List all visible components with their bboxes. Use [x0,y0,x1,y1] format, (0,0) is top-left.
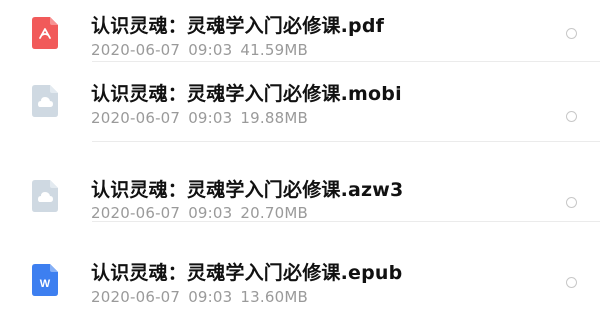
file-meta: 2020-06-07 09:03 41.59MB [91,41,316,59]
file-name: 认识灵魂：灵魂学入门必修课.epub [91,262,403,284]
cloud-file-icon [32,180,58,212]
file-row-mobi[interactable]: 认识灵魂：灵魂学入门必修课.mobi 2020-06-07 09:03 19.88M… [0,62,600,142]
file-time: 09:03 [188,204,233,222]
file-meta: 2020-06-07 09:03 19.88MB [91,109,316,127]
file-size: 20.70MB [240,204,308,222]
select-radio[interactable] [566,197,577,208]
cloud-file-icon [32,85,58,117]
select-radio[interactable] [566,111,577,122]
file-date: 2020-06-07 [91,41,181,59]
word-doc-icon: W [32,264,58,296]
select-radio[interactable] [566,28,577,39]
file-list: 认识灵魂：灵魂学入门必修课.pdf 2020-06-07 09:03 41.59MB… [0,0,600,317]
file-meta: 2020-06-07 09:03 13.60MB [91,288,316,306]
file-date: 2020-06-07 [91,288,181,306]
pdf-icon [32,17,58,49]
divider [92,221,600,222]
svg-text:W: W [40,278,51,290]
file-time: 09:03 [188,41,233,59]
file-row-epub[interactable]: W 认识灵魂：灵魂学入门必修课.epub 2020-06-07 09:03 13.6… [0,240,600,320]
file-size: 41.59MB [240,41,308,59]
file-name: 认识灵魂：灵魂学入门必修课.mobi [91,83,402,105]
file-row-azw3[interactable]: 认识灵魂：灵魂学入门必修课.azw3 2020-06-07 09:03 20.70M… [0,142,600,222]
file-date: 2020-06-07 [91,109,181,127]
file-name: 认识灵魂：灵魂学入门必修课.azw3 [91,179,404,201]
file-name: 认识灵魂：灵魂学入门必修课.pdf [91,15,385,37]
file-date: 2020-06-07 [91,204,181,222]
select-radio[interactable] [566,277,577,288]
file-time: 09:03 [188,109,233,127]
file-time: 09:03 [188,288,233,306]
file-size: 13.60MB [240,288,308,306]
file-row-pdf[interactable]: 认识灵魂：灵魂学入门必修课.pdf 2020-06-07 09:03 41.59MB [0,0,600,62]
file-meta: 2020-06-07 09:03 20.70MB [91,204,316,222]
file-size: 19.88MB [240,109,308,127]
